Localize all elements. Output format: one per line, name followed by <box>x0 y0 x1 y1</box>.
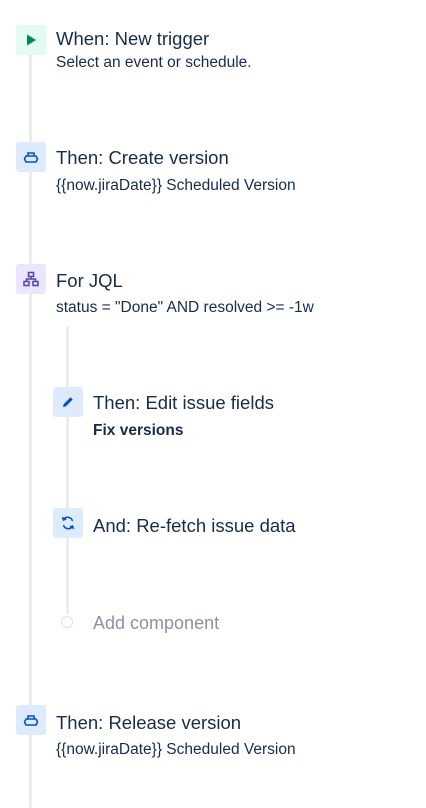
branch-flow-line <box>66 326 69 614</box>
edit-issue-title: Then: Edit issue fields <box>93 392 274 413</box>
trigger-step-title: When: New trigger <box>56 28 210 49</box>
for-jql-title: For JQL <box>56 270 123 291</box>
version-icon <box>16 142 46 172</box>
for-jql-query: status = "Done" AND resolved >= -1w <box>56 299 314 316</box>
play-icon <box>16 25 46 55</box>
create-version-title: Then: Create version <box>56 147 229 168</box>
edit-issue-field: Fix versions <box>93 422 184 439</box>
release-version-title: Then: Release version <box>56 712 242 733</box>
branch-icon <box>16 264 46 294</box>
refresh-icon <box>53 508 83 538</box>
refetch-title: And: Re-fetch issue data <box>93 515 296 536</box>
trigger-step-subtitle: Select an event or schedule. <box>56 54 252 71</box>
pencil-icon <box>53 387 83 417</box>
add-component-dot-icon <box>61 616 73 628</box>
add-component-label: Add component <box>93 613 220 633</box>
release-version-subtitle: {{now.jiraDate}} Scheduled Version <box>56 741 296 758</box>
create-version-subtitle: {{now.jiraDate}} Scheduled Version <box>56 177 296 194</box>
version-icon <box>16 705 46 735</box>
